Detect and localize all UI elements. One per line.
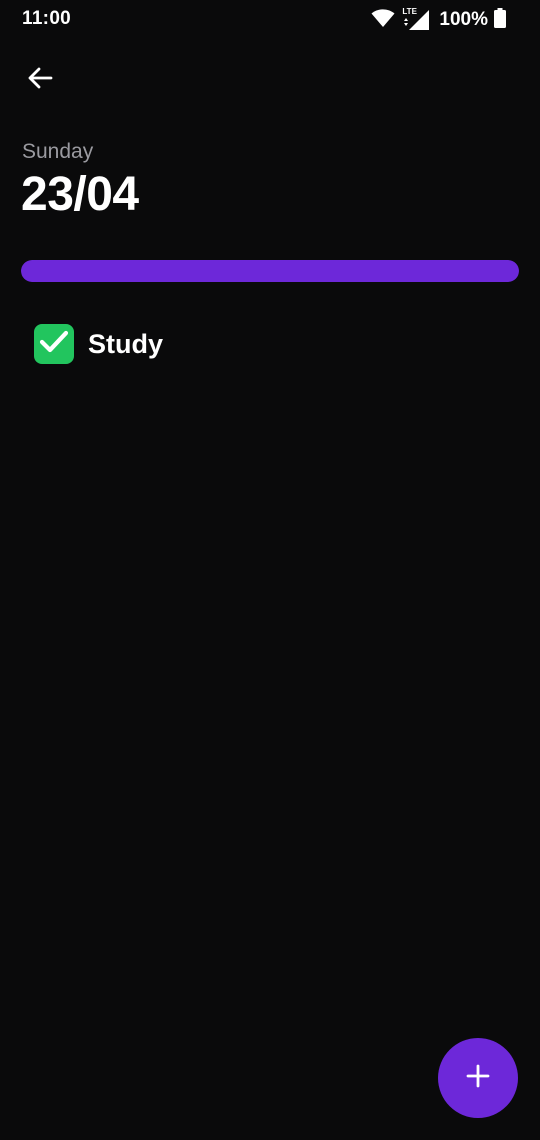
battery-icon [494,7,506,33]
lte-signal-icon: LTE [401,7,431,31]
arrow-left-icon [27,66,53,95]
progress-bar [21,260,519,282]
add-task-button[interactable] [438,1038,518,1118]
weekday-label: Sunday [22,140,94,163]
task-item[interactable]: Study [34,322,163,366]
wifi-icon [371,8,395,33]
lte-label: LTE [402,7,417,16]
plus-icon [466,1064,490,1093]
back-button[interactable] [18,58,62,102]
task-checkbox[interactable] [34,324,74,364]
task-label: Study [88,328,164,359]
status-icons: LTE 100% [371,7,506,33]
check-icon [39,330,69,359]
progress-fill [21,260,519,282]
page-title: 23/04 [21,168,139,221]
status-time: 11:00 [22,8,72,29]
battery-level: 100% [439,9,488,30]
status-bar: 11:00 LTE 100% [0,0,540,40]
